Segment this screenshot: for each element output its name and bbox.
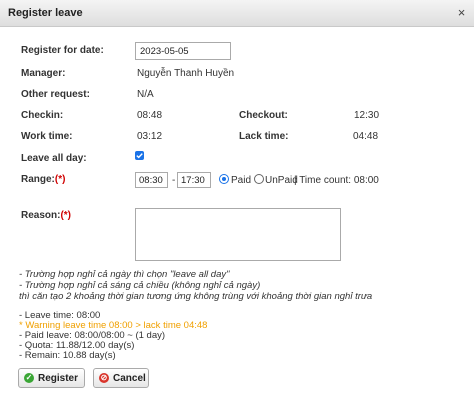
leave-all-day-label: Leave all day: (21, 153, 87, 164)
note-line: - Trường hợp nghỉ cả sáng cả chiều (khôn… (19, 280, 261, 291)
lack-time-value: 04:48 (353, 131, 379, 142)
range-required-mark: (*) (54, 174, 66, 185)
checkout-value: 12:30 (354, 110, 380, 121)
remain-text: - Remain: 10.88 day(s) (19, 350, 116, 361)
range-label: Range:(*) (21, 174, 65, 185)
reason-required-mark: (*) (60, 210, 72, 221)
other-request-label: Other request: (21, 89, 90, 100)
checkin-value: 08:48 (137, 110, 163, 121)
register-date-input[interactable] (135, 42, 231, 60)
register-button[interactable]: ✓ Register (18, 368, 85, 388)
note-line: thì căn tạo 2 khoảng thời gian tương ứng… (19, 291, 373, 302)
reason-textarea[interactable] (135, 208, 341, 261)
range-dash: - (172, 175, 176, 186)
dialog-titlebar: Register leave × (0, 0, 474, 27)
manager-label: Manager: (21, 68, 66, 79)
manager-value: Nguyễn Thanh Huyền (137, 68, 235, 79)
register-date-label: Register for date: (21, 45, 104, 56)
checkmark-icon (136, 153, 143, 159)
check-circle-icon: ✓ (24, 373, 34, 383)
range-from-input[interactable] (135, 172, 168, 188)
time-count-text: | Time count: 08:00 (294, 175, 379, 186)
range-to-input[interactable] (177, 172, 211, 188)
unpaid-radio-label: UnPaid (265, 175, 298, 186)
range-label-text: Range: (21, 174, 55, 185)
paid-radio[interactable] (219, 174, 229, 184)
close-icon[interactable]: × (455, 6, 468, 19)
note-line: - Trường hợp nghỉ cả ngày thì chọn "leav… (19, 269, 230, 280)
leave-all-day-checkbox[interactable] (135, 151, 144, 160)
reason-label: Reason:(*) (21, 210, 71, 221)
register-button-label: Register (38, 373, 79, 384)
checkin-label: Checkin: (21, 110, 64, 121)
reason-label-text: Reason: (21, 210, 61, 221)
work-time-label: Work time: (21, 131, 73, 142)
checkout-label: Checkout: (239, 110, 288, 121)
paid-radio-label: Paid (231, 175, 252, 186)
work-time-value: 03:12 (137, 131, 163, 142)
cancel-button[interactable]: ⊘ Cancel (93, 368, 149, 388)
cancel-button-label: Cancel (113, 373, 146, 384)
unpaid-radio[interactable] (254, 174, 264, 184)
dialog-title: Register leave (8, 7, 83, 19)
cancel-circle-icon: ⊘ (99, 373, 109, 383)
other-request-value: N/A (137, 89, 154, 100)
lack-time-label: Lack time: (239, 131, 289, 142)
